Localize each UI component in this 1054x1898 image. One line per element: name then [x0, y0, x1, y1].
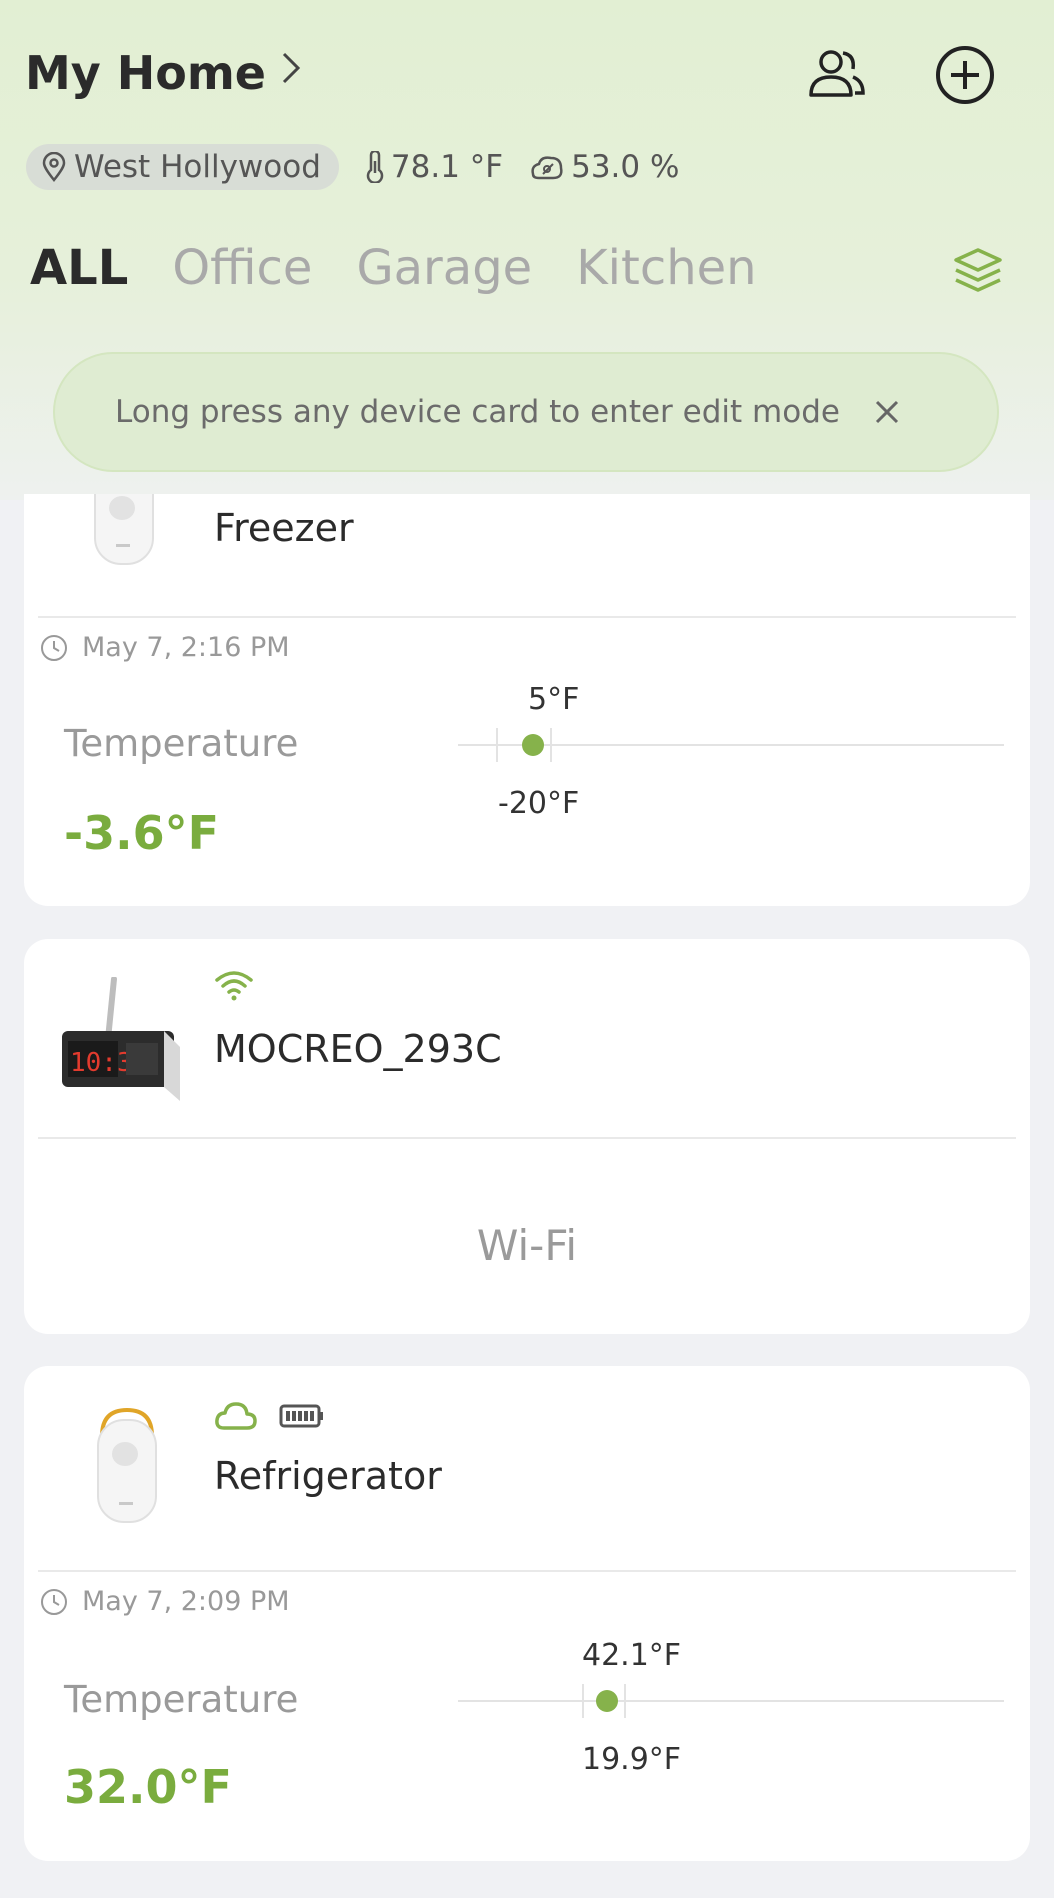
- tab-all[interactable]: ALL: [30, 240, 128, 296]
- card-divider: [38, 1570, 1016, 1572]
- home-title: My Home: [25, 46, 267, 100]
- range-low-tick: [496, 728, 498, 762]
- clock-icon: [41, 1588, 67, 1615]
- outdoor-humidity: 53.0 %: [529, 149, 679, 185]
- members-icon: [809, 50, 865, 97]
- close-icon: [875, 400, 899, 424]
- wifi-icon: [215, 971, 253, 1001]
- range-high-label: 5°F: [528, 682, 580, 717]
- update-time: May 7, 2:16 PM: [40, 632, 290, 663]
- update-time: May 7, 2:09 PM: [40, 1586, 290, 1617]
- outdoor-temperature: 78.1 °F: [365, 149, 503, 185]
- edit-mode-tip: Long press any device card to enter edit…: [53, 352, 999, 472]
- temperature-reading: -3.6°F: [64, 806, 220, 860]
- temperature-value: 78.1 °F: [390, 149, 504, 185]
- tab-office[interactable]: Office: [172, 240, 312, 296]
- device-name: MOCREO_293C: [214, 1027, 502, 1071]
- device-name: Refrigerator: [214, 1454, 442, 1498]
- range-low-tick: [582, 1684, 584, 1718]
- device-card-refrigerator[interactable]: Refrigerator May 7, 2:09 PM Temperature …: [24, 1366, 1030, 1861]
- device-list[interactable]: Freezer May 7, 2:16 PM Temperature -3.6°…: [0, 494, 1054, 1898]
- temperature-reading: 32.0°F: [64, 1760, 232, 1814]
- sensor-device-image: [94, 494, 154, 565]
- home-selector[interactable]: My Home: [25, 46, 302, 100]
- range-high-label: 42.1°F: [582, 1638, 682, 1673]
- card-divider: [38, 616, 1016, 618]
- current-temperature-marker: [522, 734, 544, 756]
- connection-type-label: Wi-Fi: [476, 1221, 578, 1270]
- current-temperature-marker: [596, 1690, 618, 1712]
- humidity-icon: [531, 156, 563, 180]
- add-circle-icon: [936, 46, 994, 104]
- temperature-range-bar: [458, 728, 1004, 762]
- add-device-button[interactable]: [930, 40, 1000, 110]
- device-name: Freezer: [214, 506, 354, 550]
- reading-label: Temperature: [64, 722, 299, 765]
- update-time-text: May 7, 2:16 PM: [82, 632, 290, 663]
- members-button[interactable]: [802, 40, 872, 110]
- location-pill[interactable]: West Hollywood: [26, 144, 339, 190]
- reading-label: Temperature: [64, 1678, 299, 1721]
- tab-garage[interactable]: Garage: [356, 240, 532, 296]
- room-tabs: ALL Office Garage Kitchen: [30, 238, 757, 298]
- card-divider: [38, 1137, 1016, 1139]
- device-card-mocreo-hub[interactable]: 10:35 MOCREO_293C Wi-Fi: [24, 939, 1030, 1334]
- tip-text: Long press any device card to enter edit…: [115, 394, 840, 430]
- tab-kitchen[interactable]: Kitchen: [576, 240, 756, 296]
- range-high-tick: [624, 1684, 626, 1718]
- battery-icon: [279, 1404, 323, 1428]
- header: My Home West Hollywood 78.1 °F 53.0 % AL…: [0, 0, 1054, 480]
- cloud-icon: [215, 1402, 257, 1430]
- humidity-value: 53.0 %: [571, 149, 680, 185]
- chevron-right-icon: [280, 50, 302, 96]
- location-weather-row: West Hollywood 78.1 °F 53.0 %: [26, 144, 679, 190]
- range-low-label: 19.9°F: [582, 1742, 682, 1777]
- clock-icon: [41, 634, 67, 661]
- range-low-label: -20°F: [498, 786, 580, 821]
- range-high-tick: [550, 728, 552, 762]
- location-pin-icon: [42, 152, 66, 182]
- sensor-device-image: [97, 1407, 157, 1523]
- temperature-range-bar: [458, 1684, 1004, 1718]
- update-time-text: May 7, 2:09 PM: [82, 1586, 290, 1617]
- location-name: West Hollywood: [74, 149, 321, 185]
- tip-close-button[interactable]: [867, 392, 907, 432]
- thermometer-icon: [366, 151, 384, 183]
- room-manage-button[interactable]: [950, 244, 1006, 300]
- layers-icon: [954, 248, 1002, 292]
- hub-device-image: 10:35: [62, 977, 180, 1101]
- device-card-freezer[interactable]: Freezer May 7, 2:16 PM Temperature -3.6°…: [24, 494, 1030, 906]
